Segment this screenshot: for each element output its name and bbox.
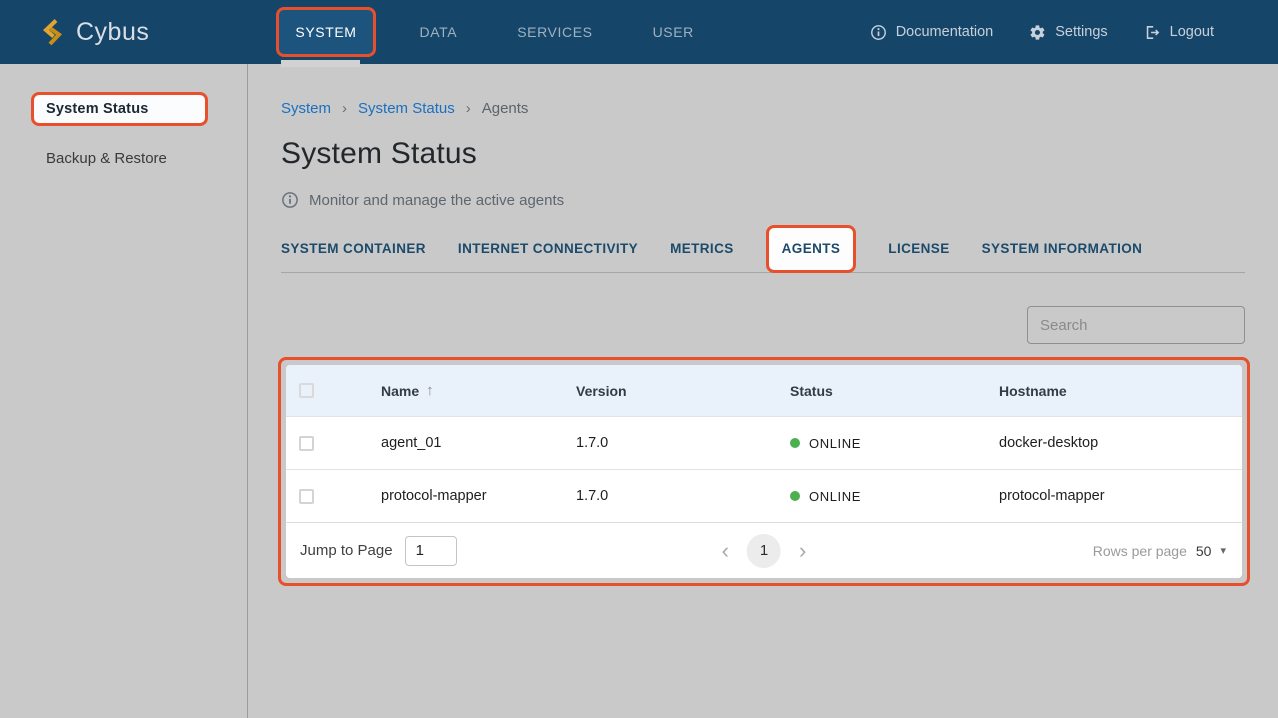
cell-version: 1.7.0 [576,488,790,504]
cell-version: 1.7.0 [576,435,790,451]
breadcrumb: System › System Status › Agents [281,100,1245,117]
main-content: System › System Status › Agents System S… [248,64,1278,718]
next-page-button[interactable]: › [795,540,810,562]
info-icon [870,24,887,41]
annotation-highlight-system: SYSTEM [276,7,375,57]
active-nav-indicator [281,60,360,67]
jump-to-page-input[interactable] [405,536,457,566]
tab-system-information[interactable]: SYSTEM INFORMATION [982,241,1143,256]
pager: ‹ 1 › [718,534,811,568]
nav-item-user[interactable]: USER [637,10,710,54]
tab-metrics[interactable]: METRICS [670,241,734,256]
column-label-name: Name [381,383,419,399]
previous-page-button[interactable]: ‹ [718,540,733,562]
sidebar-item-backup-restore[interactable]: Backup & Restore [46,150,247,167]
sidebar-item-label: System Status [46,101,149,117]
settings-label: Settings [1055,24,1107,40]
info-icon [281,191,299,209]
column-header-version[interactable]: Version [576,383,790,399]
brand-logo[interactable]: Cybus [40,18,149,47]
table-row[interactable]: protocol-mapper 1.7.0 ONLINE protocol-ma… [286,469,1242,522]
tab-internet-connectivity[interactable]: INTERNET CONNECTIVITY [458,241,638,256]
breadcrumb-link-system-status[interactable]: System Status [358,100,455,117]
nav-item-services[interactable]: SERVICES [501,10,608,54]
breadcrumb-separator: › [342,100,347,117]
chevron-down-icon: ▾ [1220,544,1226,557]
cell-hostname: docker-desktop [999,435,1242,451]
page-description-text: Monitor and manage the active agents [309,192,564,209]
breadcrumb-separator: › [466,100,471,117]
cybus-logo-icon [40,18,65,47]
breadcrumb-current-agents: Agents [482,100,529,117]
search-box[interactable] [1027,306,1245,344]
table-row[interactable]: agent_01 1.7.0 ONLINE docker-desktop [286,416,1242,469]
table-header-row: Name ↑ Version Status Hostname [286,365,1242,416]
online-status-dot [790,491,800,501]
row-checkbox[interactable] [299,489,314,504]
sidebar-item-system-status[interactable]: System Status [31,92,208,126]
sort-asc-icon: ↑ [426,382,434,399]
header-checkbox-cell [286,383,381,398]
documentation-label: Documentation [896,24,994,40]
search-row [281,306,1245,344]
logout-label: Logout [1170,24,1214,40]
column-header-status[interactable]: Status [790,383,999,399]
nav-item-data[interactable]: DATA [404,10,474,54]
cell-status: ONLINE [790,436,999,451]
page-number-button[interactable]: 1 [747,534,781,568]
cell-name: agent_01 [381,435,576,451]
rows-per-page-label: Rows per page [1093,543,1187,559]
cell-hostname: protocol-mapper [999,488,1242,504]
tab-license[interactable]: LICENSE [888,241,949,256]
main-nav: SYSTEM DATA SERVICES USER [276,7,710,57]
status-label: ONLINE [809,489,861,504]
page-description: Monitor and manage the active agents [281,191,1245,209]
tab-agents[interactable]: AGENTS [782,241,841,256]
tab-system-container[interactable]: SYSTEM CONTAINER [281,241,426,256]
sidebar: System Status Backup & Restore [0,64,248,718]
annotation-highlight-agents: AGENTS [766,225,857,273]
row-checkbox[interactable] [299,436,314,451]
column-header-hostname[interactable]: Hostname [999,383,1242,399]
search-input[interactable] [1040,317,1239,334]
annotation-highlight-agents-table: Name ↑ Version Status Hostname agent_01 … [278,357,1250,586]
page-title: System Status [281,137,1245,171]
jump-to-page-label: Jump to Page [300,542,393,559]
status-label: ONLINE [809,436,861,451]
brand-name: Cybus [76,18,149,47]
nav-actions: Documentation Settings Logout [870,24,1214,41]
row-checkbox-cell [286,436,381,451]
cell-name: protocol-mapper [381,488,576,504]
gear-icon [1029,24,1046,41]
breadcrumb-link-system[interactable]: System [281,100,331,117]
column-header-name[interactable]: Name ↑ [381,382,576,399]
section-tabs: SYSTEM CONTAINER INTERNET CONNECTIVITY M… [281,225,1245,273]
rows-per-page-value: 50 [1196,543,1212,559]
agents-table: Name ↑ Version Status Hostname agent_01 … [286,365,1242,578]
nav-item-system[interactable]: SYSTEM [279,10,372,54]
app-shell: System Status Backup & Restore System › … [0,64,1278,718]
row-checkbox-cell [286,489,381,504]
settings-button[interactable]: Settings [1029,24,1107,41]
logout-button[interactable]: Logout [1144,24,1214,41]
logout-icon [1144,24,1161,41]
online-status-dot [790,438,800,448]
select-all-checkbox[interactable] [299,383,314,398]
top-navbar: Cybus SYSTEM DATA SERVICES USER Document… [0,0,1278,64]
rows-per-page-control[interactable]: Rows per page 50 ▾ [1093,543,1226,559]
cell-status: ONLINE [790,489,999,504]
documentation-button[interactable]: Documentation [870,24,994,41]
table-footer: Jump to Page ‹ 1 › Rows per page 50 ▾ [286,522,1242,578]
